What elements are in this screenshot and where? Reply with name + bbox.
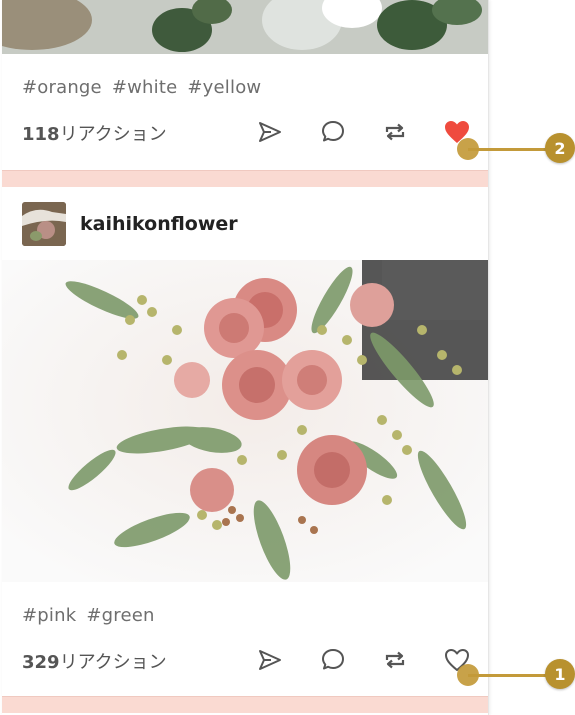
send-button[interactable] — [255, 117, 285, 147]
reaction-label: リアクション — [59, 124, 167, 145]
tag-link[interactable]: #pink — [22, 605, 76, 626]
reblog-icon — [385, 123, 405, 141]
comment-button[interactable] — [318, 645, 348, 675]
screen: #orange #white #yellow 118リアクション kaihiko… — [0, 0, 575, 715]
callout-badge: 1 — [545, 659, 575, 689]
reaction-count: 118 — [22, 124, 60, 145]
comment-icon — [322, 649, 344, 670]
post-2-tags: #pink #green — [22, 605, 165, 626]
reaction-label: リアクション — [59, 652, 167, 673]
author-name[interactable]: kaihikonflower — [80, 213, 238, 235]
send-icon — [259, 650, 281, 670]
reblog-button[interactable] — [380, 645, 410, 675]
post-2-author[interactable]: kaihikonflower — [22, 202, 238, 246]
post-2-image[interactable] — [2, 260, 488, 582]
post-1-tags: #orange #white #yellow — [22, 77, 271, 98]
post-divider — [2, 170, 488, 187]
post-2-reactions[interactable]: 329リアクション — [22, 648, 167, 674]
callout-badge: 2 — [545, 133, 575, 163]
callout-number: 1 — [554, 664, 566, 684]
send-icon — [259, 122, 281, 142]
reaction-count: 329 — [22, 652, 60, 673]
callout-leader — [468, 674, 546, 677]
post-1-image[interactable] — [2, 0, 488, 54]
comment-icon — [322, 121, 344, 142]
tag-link[interactable]: #white — [112, 77, 178, 98]
callout-leader — [468, 148, 546, 151]
post-divider — [2, 696, 488, 713]
send-button[interactable] — [255, 645, 285, 675]
tag-link[interactable]: #orange — [22, 77, 102, 98]
callout-number: 2 — [554, 138, 566, 158]
avatar[interactable] — [22, 202, 66, 246]
post-1-reactions[interactable]: 118リアクション — [22, 120, 167, 146]
comment-button[interactable] — [318, 117, 348, 147]
reblog-button[interactable] — [380, 117, 410, 147]
tag-link[interactable]: #green — [86, 605, 154, 626]
tag-link[interactable]: #yellow — [187, 77, 261, 98]
feed: #orange #white #yellow 118リアクション kaihiko… — [2, 0, 489, 715]
reblog-icon — [385, 651, 405, 669]
